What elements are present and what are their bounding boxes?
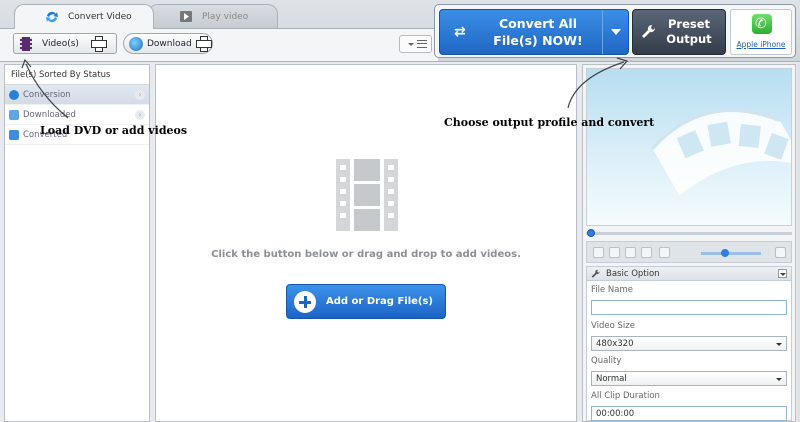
fullscreen-icon[interactable]: [775, 247, 786, 258]
list-menu-button[interactable]: [399, 35, 432, 53]
sidebar-item-label: Downloaded: [23, 109, 76, 120]
file-name-label: File Name: [591, 285, 634, 295]
convert-dropdown-button[interactable]: [602, 10, 628, 54]
video-preview: [586, 68, 792, 226]
clip-duration-label: All Clip Duration: [591, 391, 660, 401]
phone-icon: [752, 14, 772, 34]
plus-circle-icon: [294, 290, 316, 313]
chevron-right-icon: ›: [135, 110, 145, 120]
film-icon: [332, 159, 402, 231]
basic-option-panel: Basic Option File Name Video Size 480x32…: [586, 266, 792, 421]
annotation-choose-output: Choose output profile and convert: [444, 116, 655, 129]
chevron-down-icon: [408, 42, 414, 46]
convert-icon: [45, 11, 59, 23]
seek-track: [586, 232, 792, 235]
plus-icon: [91, 36, 107, 52]
sidebar-header: File(s) Sorted By Status: [5, 65, 149, 85]
basic-option-title: Basic Option: [606, 268, 660, 279]
preset-line1: Preset: [667, 17, 711, 31]
preset-output-button[interactable]: Preset Output: [632, 9, 726, 55]
status-sidebar: File(s) Sorted By Status Conversion › Do…: [4, 64, 150, 422]
wrench-icon: [642, 24, 656, 38]
convert-all-button[interactable]: ⇄ Convert All File(s) NOW!: [439, 9, 629, 55]
stop-icon[interactable]: [609, 247, 620, 258]
volume-knob[interactable]: [721, 249, 729, 257]
plus-icon: [196, 36, 212, 52]
play-icon: [179, 11, 193, 23]
toolbar: Video(s) Download: [0, 28, 438, 61]
wrench-icon: [591, 269, 600, 278]
player-controls: [586, 241, 792, 263]
sidebar-item-label: Conversion: [23, 89, 71, 100]
seek-bar[interactable]: [586, 229, 792, 237]
tab-convert-video[interactable]: Convert Video: [14, 4, 154, 29]
folder-icon[interactable]: [641, 247, 652, 258]
volume-icon[interactable]: [659, 247, 670, 258]
tab-label: Convert Video: [68, 12, 132, 22]
add-videos-button[interactable]: Video(s): [13, 33, 117, 54]
conversion-icon: [9, 89, 19, 100]
download-icon: [9, 109, 19, 120]
file-name-field[interactable]: [591, 300, 787, 315]
filmstrip-graphic: [651, 109, 791, 196]
convert-icon: ⇄: [454, 24, 466, 40]
list-icon: [417, 40, 427, 48]
preset-output-label: Preset Output: [659, 17, 719, 47]
download-button[interactable]: Download: [123, 33, 213, 54]
convert-panel: ⇄ Convert All File(s) NOW! Preset Output…: [434, 4, 796, 58]
film-icon: [20, 36, 32, 51]
quality-label: Quality: [591, 356, 622, 366]
download-label: Download: [147, 38, 192, 49]
add-files-label: Add or Drag File(s): [326, 296, 434, 307]
tab-play-video[interactable]: Play video: [148, 4, 278, 28]
collapse-button[interactable]: [778, 269, 787, 278]
video-size-label: Video Size: [591, 321, 635, 331]
drop-hint-text: Click the button below or drag and drop …: [211, 249, 521, 260]
sidebar-item-conversion[interactable]: Conversion ›: [5, 85, 149, 105]
chevron-right-icon: ›: [135, 90, 145, 100]
preset-line2: Output: [666, 32, 712, 46]
converted-icon: [9, 129, 19, 140]
tab-label: Play video: [202, 11, 249, 22]
video-size-select[interactable]: 480x320: [591, 336, 787, 351]
sidebar-item-downloaded[interactable]: Downloaded ›: [5, 105, 149, 125]
basic-option-header[interactable]: Basic Option: [587, 267, 791, 281]
add-videos-label: Video(s): [42, 38, 79, 49]
clip-duration-field[interactable]: 00:00:00: [591, 406, 787, 421]
play-icon[interactable]: [593, 247, 604, 258]
annotation-load-dvd: Load DVD or add videos: [40, 124, 188, 137]
device-profile-button[interactable]: Apple iPhone: [730, 9, 792, 55]
snapshot-icon[interactable]: [625, 247, 636, 258]
volume-slider[interactable]: [701, 252, 761, 255]
convert-all-label: Convert All File(s) NOW!: [474, 15, 602, 49]
top-bar: Play video Convert Video Video(s) Downlo…: [0, 0, 800, 62]
device-label: Apple iPhone: [736, 40, 786, 49]
add-files-button[interactable]: Add or Drag File(s): [286, 284, 446, 319]
seek-knob[interactable]: [587, 229, 595, 237]
convert-all-line1: Convert All: [498, 16, 578, 31]
globe-icon: [129, 36, 143, 51]
convert-all-line2: File(s) NOW!: [493, 33, 583, 48]
quality-select[interactable]: Normal: [591, 371, 787, 386]
